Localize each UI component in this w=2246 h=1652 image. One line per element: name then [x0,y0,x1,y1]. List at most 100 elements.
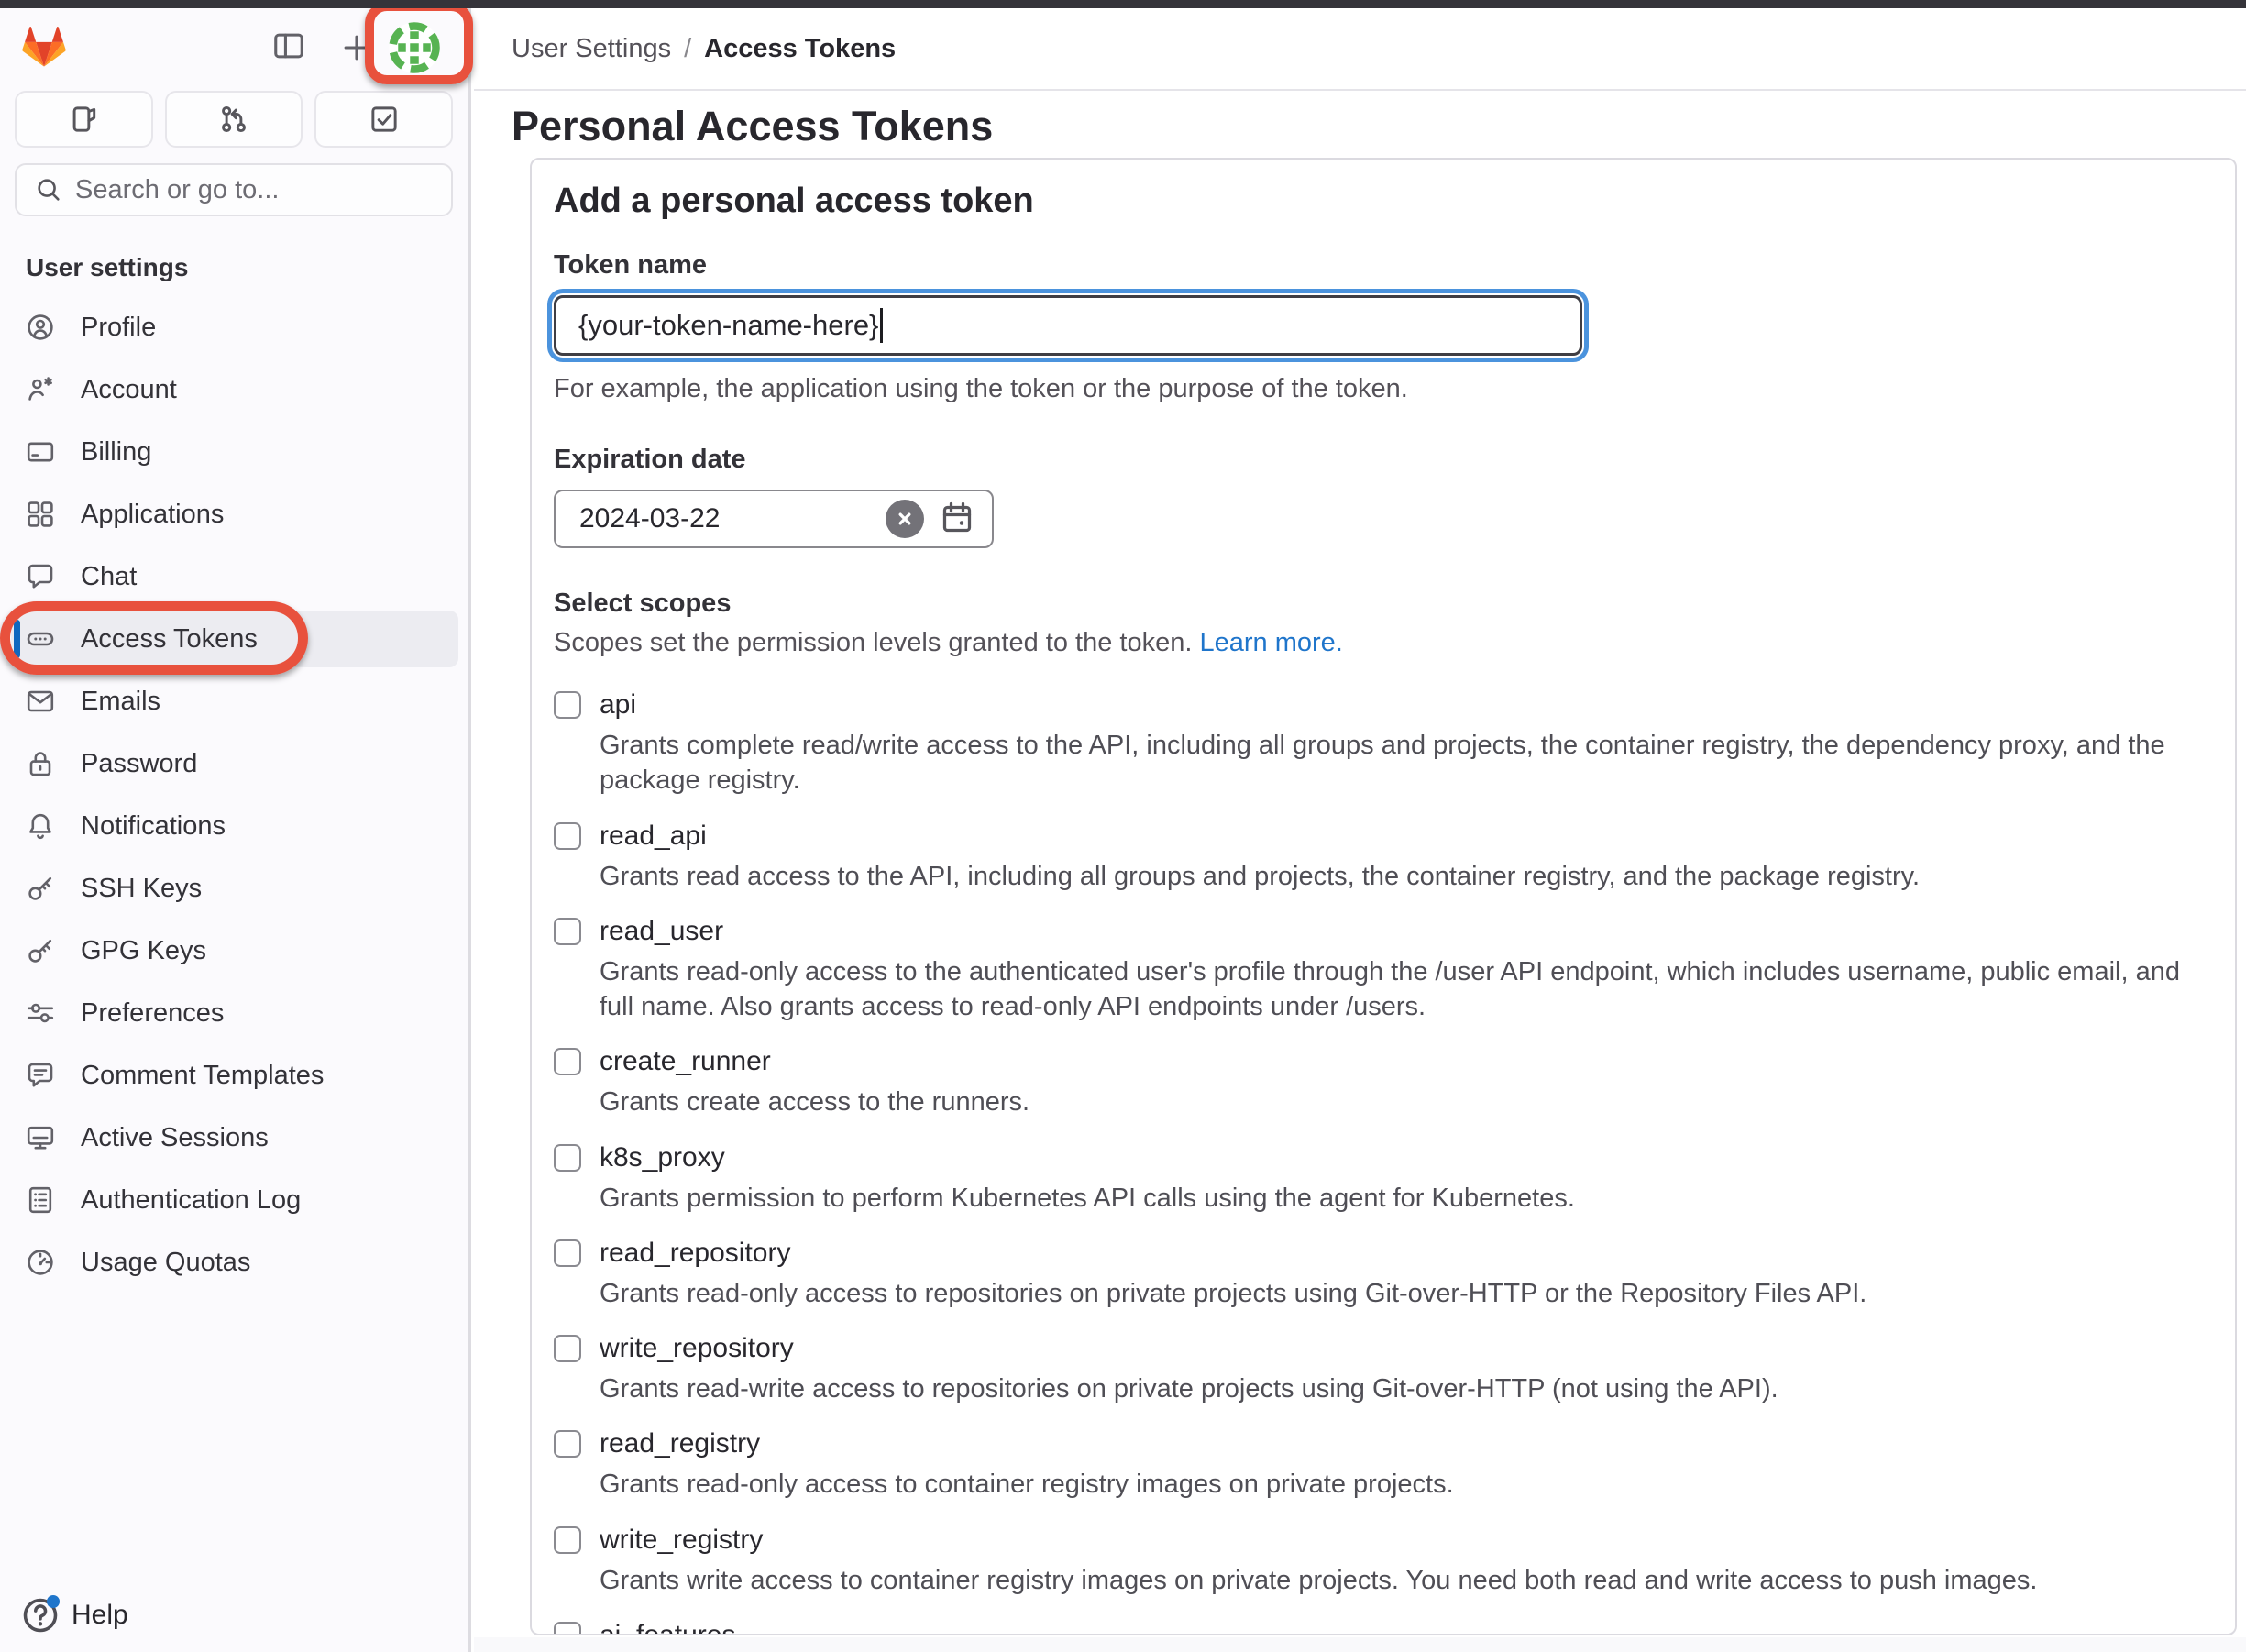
issues-icon [72,106,96,132]
add-token-panel: Add a personal access token Token name {… [530,158,2237,1635]
sidebar-item-label: Billing [81,436,152,467]
scope-item-k8s_proxy: k8s_proxy Grants permission to perform Ku… [554,1142,2211,1216]
auth-log-icon [28,1186,52,1214]
sidebar-toggle-button[interactable] [268,25,310,67]
token-name-help: For example, the application using the t… [554,374,1408,403]
sidebar-item-label: Usage Quotas [81,1247,251,1277]
applications-icon [28,501,53,527]
scope-name: write_repository [600,1333,794,1364]
search-icon [38,179,60,201]
sidebar-item-label: SSH Keys [81,873,203,903]
sidebar-item-label: Password [81,748,198,778]
scope-checkbox-ai_features[interactable] [554,1621,581,1634]
sidebar-item-notifications[interactable]: Notifications [11,798,458,854]
text-cursor [880,308,884,343]
merge-requests-shortcut-button[interactable] [164,91,303,148]
sidebar-item-password[interactable]: Password [11,735,458,792]
sidebar-item-label: Emails [81,686,161,716]
sidebar-item-label: Profile [81,312,157,342]
scope-checkbox-write_registry[interactable] [554,1525,581,1554]
scope-row: read_registry [554,1428,2211,1459]
breadcrumb-user-settings-link[interactable]: User Settings [512,34,671,64]
sidebar-item-access-tokens[interactable]: Access Tokens [11,611,458,667]
search-input[interactable]: Search or go to... [15,163,453,216]
help-button[interactable]: Help [20,1595,128,1635]
sidebar-header [0,8,468,91]
scope-checkbox-read_registry[interactable] [554,1430,581,1459]
header-divider [474,89,2246,91]
user-avatar[interactable] [387,20,442,75]
scope-description: Grants write access to container registr… [600,1565,2038,1595]
sidebar-item-emails[interactable]: Emails [11,673,458,730]
active-indicator [14,620,20,658]
scope-row: read_repository [554,1238,2211,1269]
scope-item-read_api: read_api Grants read access to the API, i… [554,820,2211,894]
scope-row: k8s_proxy [554,1142,2211,1173]
comment-templates-icon [28,1063,53,1087]
sidebar: Search or go to... User settings Profile… [0,0,473,1652]
profile-icon [28,314,53,340]
sidebar-item-comment-templates[interactable]: Comment Templates [11,1047,458,1104]
scope-description: Grants read-only access to the authentic… [600,956,2180,1022]
sidebar-section-label: User settings [26,253,189,281]
key-icon [28,939,52,963]
sidebar-item-label: Access Tokens [81,623,258,654]
scope-row: write_registry [554,1525,2211,1556]
todo-list-shortcut-button[interactable] [314,91,454,148]
sidebar-item-gpg-keys[interactable]: GPG Keys [11,922,458,979]
billing-icon [27,442,54,462]
sidebar-item-active-sessions[interactable]: Active Sessions [11,1109,458,1166]
help-notification-dot [47,1595,60,1608]
sidebar-item-account[interactable]: Account [11,361,458,418]
scope-name: read_repository [600,1237,791,1268]
preferences-icon [27,1003,54,1023]
scope-name: read_api [600,820,707,851]
sidebar-shortcut-row [15,91,454,148]
token-name-input[interactable]: {your-token-name-here} [554,295,1582,356]
sidebar-item-authentication-log[interactable]: Authentication Log [11,1172,458,1228]
scopes-description-text: Scopes set the permission levels granted… [554,628,1200,657]
scope-name: ai_features [600,1619,736,1635]
breadcrumb-current: Access Tokens [704,33,897,63]
expiration-date-input[interactable]: 2024-03-22 [554,490,994,548]
access-tokens-icon [27,632,54,646]
sidebar-item-applications[interactable]: Applications [11,486,458,543]
main-content: User Settings / Access Tokens Personal A… [474,8,2246,1652]
token-name-value: {your-token-name-here} [578,309,879,341]
scope-checkbox-read_user[interactable] [554,917,581,945]
learn-more-link[interactable]: Learn more. [1199,628,1342,657]
scope-item-write_repository: write_repository Grants read-write access… [554,1333,2211,1406]
sidebar-item-billing[interactable]: Billing [11,424,458,480]
sidebar-nav: Profile Account Billing Applications Chat Acc… [11,299,458,1296]
scope-checkbox-api[interactable] [554,691,581,719]
close-icon [898,512,911,525]
sidebar-item-label: Account [81,374,177,404]
issues-shortcut-button[interactable] [15,91,153,148]
scope-row: create_runner [554,1046,2211,1077]
search-placeholder: Search or go to... [75,174,280,204]
scope-checkbox-read_api[interactable] [554,821,581,850]
emails-icon [27,690,54,712]
sidebar-item-profile[interactable]: Profile [11,299,458,356]
create-new-button[interactable] [336,27,378,69]
sidebar-item-usage-quotas[interactable]: Usage Quotas [11,1234,458,1291]
sidebar-item-label: Notifications [81,810,226,841]
scope-item-read_repository: read_repository Grants read-only access t… [554,1238,2211,1311]
sidebar-item-preferences[interactable]: Preferences [11,985,458,1041]
page-title: Personal Access Tokens [512,103,994,149]
avatar-identicon-icon [389,22,440,73]
scope-checkbox-create_runner[interactable] [554,1048,581,1076]
scope-item-create_runner: create_runner Grants create access to the… [554,1046,2211,1119]
sidebar-item-chat[interactable]: Chat [11,548,458,605]
sidebar-item-label: Chat [81,561,138,591]
scope-checkbox-write_repository[interactable] [554,1335,581,1363]
sidebar-item-ssh-keys[interactable]: SSH Keys [11,860,458,917]
scope-checkbox-k8s_proxy[interactable] [554,1143,581,1172]
sidebar-item-label: Preferences [81,997,225,1028]
sidebar-item-label: GPG Keys [81,935,206,965]
clear-date-button[interactable] [886,500,924,538]
panel-title: Add a personal access token [554,182,1034,220]
scope-checkbox-read_repository[interactable] [554,1239,581,1267]
scope-name: k8s_proxy [600,1141,725,1173]
calendar-button[interactable] [937,499,977,539]
